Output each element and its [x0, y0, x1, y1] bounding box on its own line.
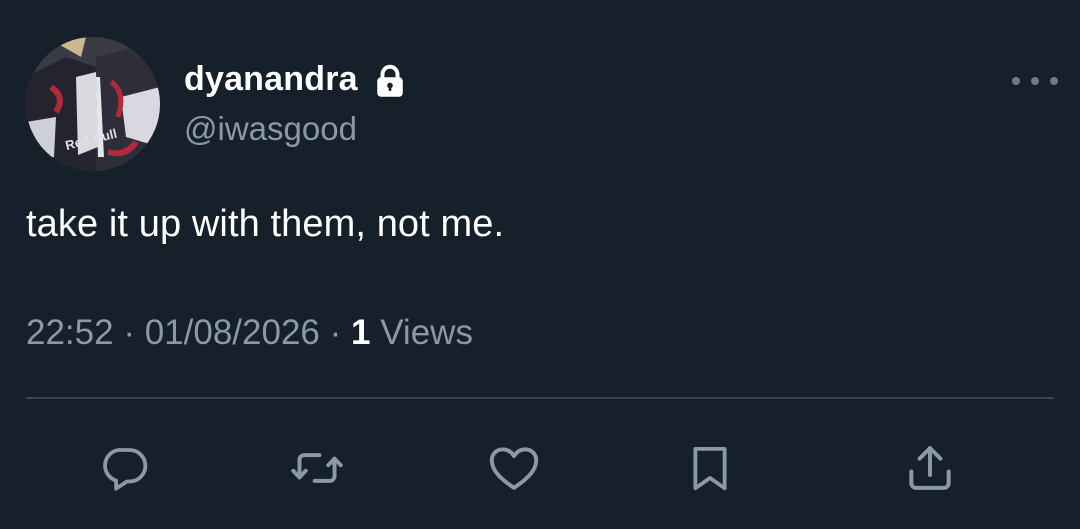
share-icon: [909, 446, 951, 490]
views-label[interactable]: Views: [380, 313, 473, 352]
reply-icon: [103, 448, 148, 491]
bookmark-icon: [693, 446, 727, 491]
tweet-metadata: 22:52 · 01/08/2026 · 1 Views: [26, 313, 473, 353]
reply-button[interactable]: [96, 440, 152, 496]
action-bar: [0, 440, 1080, 496]
display-name[interactable]: dyanandra: [184, 60, 358, 99]
avatar-image: Red Bull: [26, 37, 160, 171]
like-button[interactable]: [486, 440, 542, 496]
views-count[interactable]: 1: [351, 313, 370, 352]
bookmark-button[interactable]: [682, 440, 738, 496]
share-button[interactable]: [902, 440, 958, 496]
retweet-icon: [291, 453, 343, 483]
meta-separator: ·: [123, 313, 135, 352]
username-handle[interactable]: @iwasgood: [184, 110, 357, 148]
heart-icon: [489, 447, 539, 490]
tweet-date[interactable]: 01/08/2026: [145, 313, 320, 352]
meta-separator: ·: [329, 313, 342, 352]
tweet-text: take it up with them, not me.: [26, 203, 505, 245]
retweet-button[interactable]: [289, 440, 345, 496]
divider: [26, 397, 1054, 399]
tweet-time[interactable]: 22:52: [26, 313, 114, 352]
avatar[interactable]: Red Bull: [26, 37, 160, 171]
lock-icon: [372, 63, 408, 99]
more-options-icon[interactable]: [1012, 70, 1058, 92]
author-name-row: dyanandra: [184, 60, 408, 99]
